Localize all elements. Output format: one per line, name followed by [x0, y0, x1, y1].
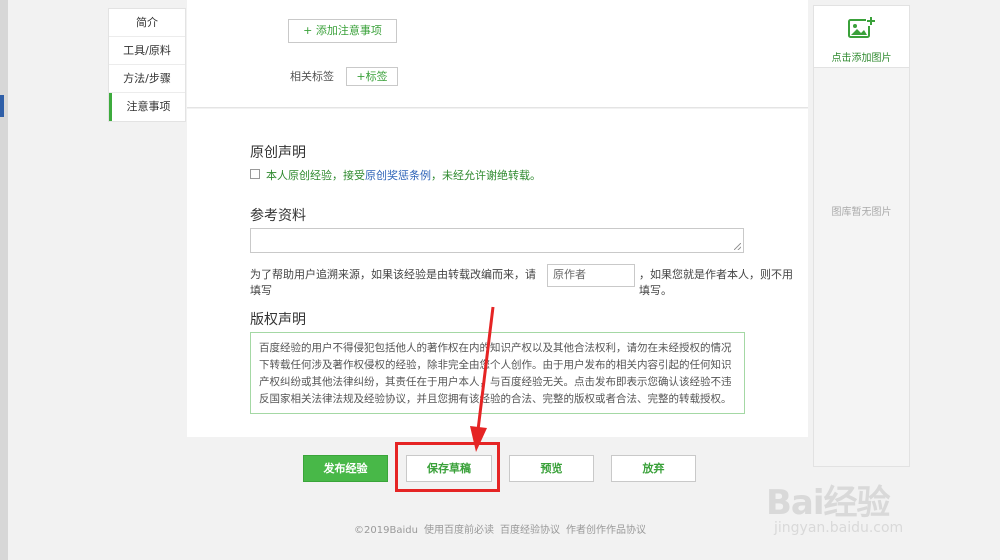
footer-link-guide[interactable]: 使用百度前必读: [424, 525, 494, 536]
watermark-url: jingyan.baidu.com: [774, 520, 904, 536]
watermark-logo: Bai经验: [766, 483, 891, 523]
footer-link-author[interactable]: 作者创作作品协议: [566, 525, 646, 536]
footer-link-agreement[interactable]: 百度经验协议: [500, 525, 560, 536]
baidu-watermark: Bai经验 jingyan.baidu.com: [766, 475, 996, 536]
footer-copyright: ©2019Baidu: [354, 525, 418, 536]
